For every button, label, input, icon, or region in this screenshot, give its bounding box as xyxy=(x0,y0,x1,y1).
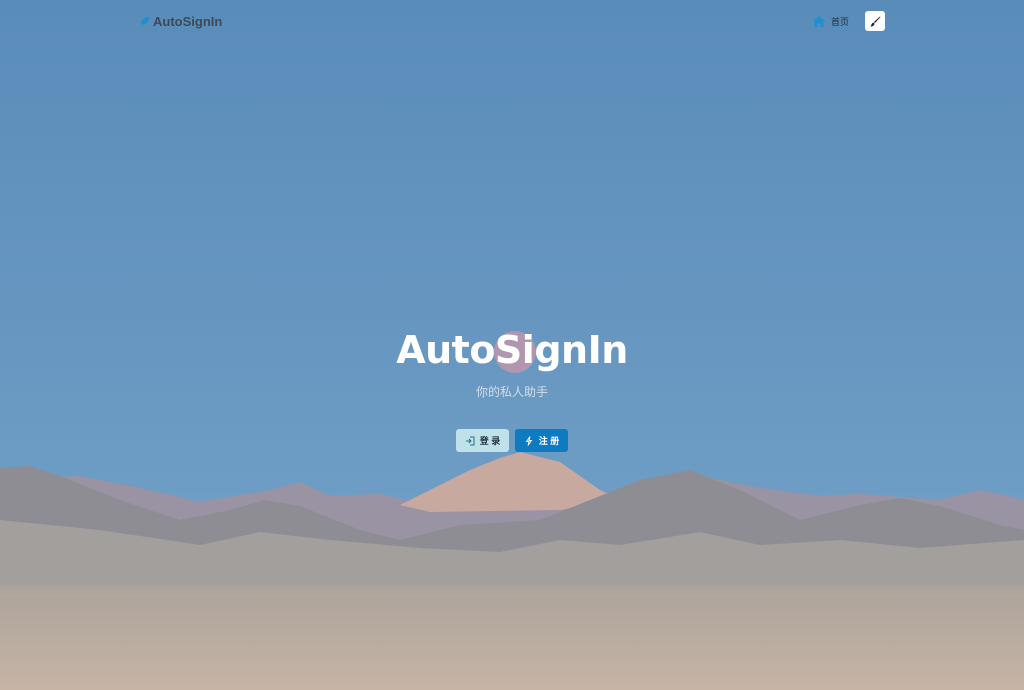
sign-in-icon xyxy=(465,436,475,445)
paintbrush-icon xyxy=(870,16,880,26)
rocket-icon xyxy=(139,16,150,25)
nav-home-link[interactable]: 首页 xyxy=(813,13,849,29)
top-navbar: AutoSignIn 首页 xyxy=(0,0,1024,42)
register-button[interactable]: 注 册 xyxy=(515,429,568,452)
nav-home-label: 首页 xyxy=(831,16,850,27)
register-label: 注 册 xyxy=(538,436,560,446)
brand-name: AutoSignIn xyxy=(153,13,223,29)
login-label: 登 录 xyxy=(479,436,501,446)
brand-logo-link[interactable]: AutoSignIn xyxy=(139,12,222,30)
login-button[interactable]: 登 录 xyxy=(456,429,509,452)
home-icon xyxy=(813,15,825,27)
hero-subtitle: 你的私人助手 xyxy=(475,385,548,399)
lightning-icon xyxy=(525,435,533,446)
hero-title: AutoSignIn xyxy=(396,328,628,372)
theme-toggle-button[interactable] xyxy=(865,11,885,31)
